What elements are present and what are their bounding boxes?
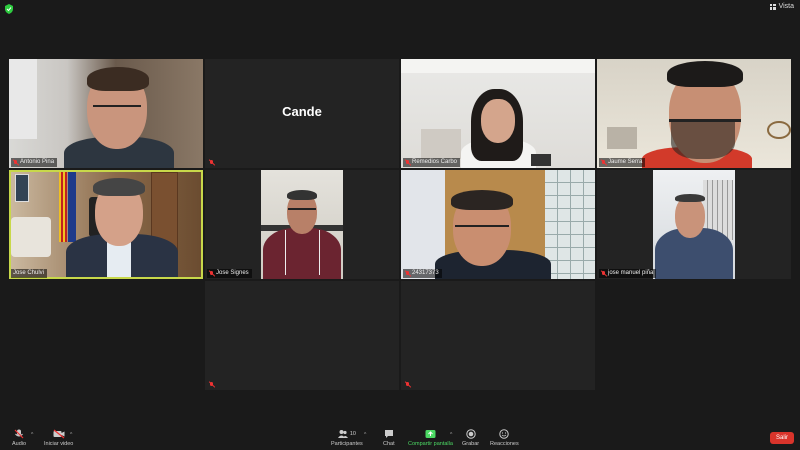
video-options-chevron-icon[interactable]: ^ bbox=[70, 432, 72, 438]
participant-video bbox=[9, 59, 203, 168]
video-tile-active-speaker[interactable]: Jose Chulvi bbox=[9, 170, 203, 279]
reactions-label: Reacciones bbox=[490, 441, 519, 447]
mic-muted-icon bbox=[209, 270, 214, 277]
participant-name-tag: Remedios Carbo bbox=[403, 158, 461, 167]
mic-muted-icon bbox=[405, 270, 410, 277]
participants-icon bbox=[337, 430, 348, 438]
mic-muted-icon bbox=[209, 159, 214, 166]
video-tile[interactable]: Jose Signes bbox=[205, 170, 399, 279]
leave-button[interactable]: Salir bbox=[770, 432, 794, 444]
mic-muted-icon bbox=[13, 159, 18, 166]
camera-off-icon bbox=[53, 429, 65, 439]
audio-options-chevron-icon[interactable]: ^ bbox=[31, 432, 33, 438]
participant-name-tag: Jose Chulvi bbox=[11, 269, 48, 278]
participant-video bbox=[653, 170, 735, 279]
video-tile[interactable]: Cande bbox=[205, 59, 399, 168]
start-video-button[interactable]: Iniciar video bbox=[44, 429, 73, 447]
participants-label: Participantes bbox=[331, 441, 363, 447]
participants-count: 10 bbox=[349, 431, 356, 437]
participant-name-tag: Antonio Pina bbox=[11, 158, 58, 167]
top-bar: Vista bbox=[0, 0, 800, 18]
participant-name-tag bbox=[207, 380, 219, 389]
share-screen-icon bbox=[425, 430, 436, 438]
mic-muted-icon bbox=[405, 381, 410, 388]
mic-muted-icon bbox=[405, 159, 410, 166]
participant-video bbox=[401, 59, 595, 168]
video-tile[interactable] bbox=[205, 281, 399, 390]
participant-name-tag bbox=[403, 380, 415, 389]
audio-button[interactable]: Audio bbox=[12, 429, 26, 447]
participant-video bbox=[261, 170, 343, 279]
participant-name-tag: 24317373 bbox=[403, 269, 442, 278]
share-options-chevron-icon[interactable]: ^ bbox=[450, 432, 452, 438]
view-button[interactable]: Vista bbox=[769, 3, 794, 10]
mic-muted-icon bbox=[209, 381, 214, 388]
mic-muted-icon bbox=[601, 270, 606, 277]
video-tile[interactable]: Remedios Carbo bbox=[401, 59, 595, 168]
audio-label: Audio bbox=[12, 441, 27, 447]
meeting-toolbar: Audio ^ Iniciar video ^ 10 Participantes… bbox=[0, 424, 800, 450]
view-label: Vista bbox=[778, 3, 794, 10]
microphone-muted-icon bbox=[14, 429, 24, 439]
record-label: Grabar bbox=[462, 441, 480, 447]
record-button[interactable]: Grabar bbox=[462, 429, 479, 447]
record-icon bbox=[465, 429, 476, 439]
share-label: Compartir pantalla bbox=[408, 441, 453, 447]
participant-name-tag bbox=[207, 158, 217, 167]
video-tile[interactable]: 24317373 bbox=[401, 170, 595, 279]
participants-options-chevron-icon[interactable]: ^ bbox=[364, 432, 366, 438]
reactions-button[interactable]: Reacciones bbox=[490, 429, 519, 447]
chat-icon bbox=[384, 430, 393, 438]
video-tile[interactable]: jose manuel piña bbox=[597, 170, 791, 279]
chat-button[interactable]: Chat bbox=[383, 429, 395, 447]
participant-video bbox=[597, 59, 791, 168]
mic-muted-icon bbox=[601, 159, 606, 166]
participants-button[interactable]: 10 Participantes bbox=[331, 429, 363, 447]
share-screen-button[interactable]: Compartir pantalla bbox=[408, 429, 453, 447]
smiley-icon bbox=[499, 429, 510, 439]
video-label: Iniciar video bbox=[44, 441, 74, 447]
participant-name-tag: Jose Signes bbox=[207, 269, 252, 278]
video-tile[interactable] bbox=[401, 281, 595, 390]
participant-name-tag: Jaume Serra bbox=[599, 158, 646, 167]
shield-icon[interactable] bbox=[5, 4, 13, 14]
video-tile[interactable]: Antonio Pina bbox=[9, 59, 203, 168]
video-tile[interactable]: Jaume Serra bbox=[597, 59, 791, 168]
participant-video bbox=[401, 170, 595, 279]
chat-label: Chat bbox=[383, 441, 395, 447]
participant-display-name: Cande bbox=[282, 104, 322, 119]
participant-video bbox=[11, 172, 201, 277]
participant-name-tag: jose manuel piña bbox=[599, 269, 657, 278]
grid-icon bbox=[769, 3, 776, 10]
